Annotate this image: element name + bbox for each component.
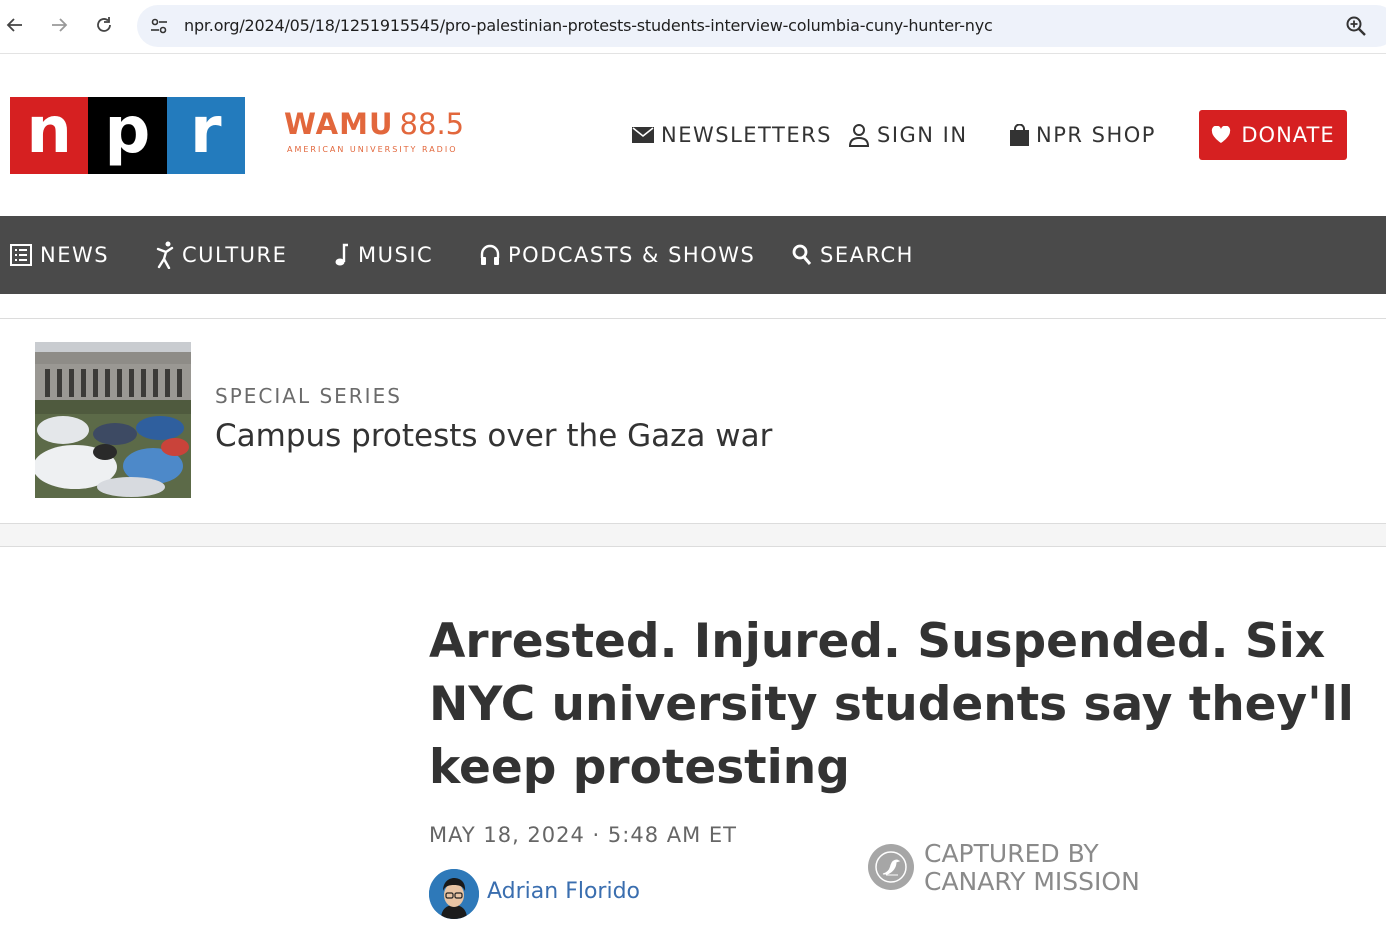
nav-news-label: NEWS: [40, 243, 110, 267]
url-text[interactable]: npr.org/2024/05/18/1251915545/pro-palest…: [184, 16, 993, 35]
campus-encampment-image: [35, 342, 191, 498]
section-nav: NEWS CULTURE MUSIC PODCASTS & SHOWS SEAR…: [0, 216, 1386, 294]
series-thumbnail[interactable]: [35, 342, 191, 498]
newsletters-link[interactable]: NEWSLETTERS: [632, 121, 832, 149]
newspaper-icon: [10, 244, 32, 266]
shopping-bag-icon: [1010, 124, 1029, 146]
forward-button[interactable]: [44, 10, 74, 40]
music-note-icon: [335, 243, 348, 266]
npr-logo-p: p: [88, 97, 167, 174]
canary-mission-stamp: CAPTURED BY CANARY MISSION: [868, 840, 1168, 900]
heart-icon: [1212, 126, 1231, 143]
user-icon: [848, 124, 870, 147]
stamp-line-2: CANARY MISSION: [924, 867, 1140, 896]
nav-search-label: SEARCH: [820, 243, 914, 267]
dancer-icon: [156, 241, 174, 269]
zoom-in-icon[interactable]: [1345, 15, 1367, 37]
canary-bird-icon: [868, 844, 914, 890]
npr-shop-label: NPR SHOP: [1036, 123, 1156, 147]
station-tagline: AMERICAN UNIVERSITY RADIO: [287, 145, 458, 154]
sign-in-label: SIGN IN: [877, 123, 968, 147]
nav-music-label: MUSIC: [358, 243, 434, 267]
tune-icon[interactable]: [149, 16, 169, 36]
envelope-icon: [632, 127, 654, 143]
article-headline: Arrested. Injured. Suspended. Six NYC un…: [429, 614, 1354, 795]
nav-news[interactable]: NEWS: [10, 240, 109, 270]
station-frequency: 88.5: [399, 107, 465, 141]
nav-culture[interactable]: CULTURE: [156, 240, 287, 270]
npr-logo-n: n: [10, 97, 89, 174]
reload-button[interactable]: [89, 10, 119, 40]
divider: [0, 318, 1386, 319]
nav-podcasts-shows[interactable]: PODCASTS & SHOWS: [480, 240, 755, 270]
browser-toolbar: npr.org/2024/05/18/1251915545/pro-palest…: [0, 0, 1386, 54]
arrow-left-icon: [6, 18, 22, 32]
stamp-line-1: CAPTURED BY: [924, 839, 1099, 868]
avatar[interactable]: [429, 869, 479, 919]
newsletters-label: NEWSLETTERS: [661, 123, 833, 147]
station-name: WAMU: [284, 107, 394, 141]
back-button[interactable]: [0, 10, 30, 40]
nav-culture-label: CULTURE: [182, 243, 288, 267]
donate-label: DONATE: [1241, 123, 1335, 147]
headphones-icon: [480, 244, 500, 265]
reload-icon: [97, 17, 111, 32]
author-photo: [429, 869, 479, 919]
series-label: SPECIAL SERIES: [215, 384, 402, 408]
station-logo[interactable]: WAMU 88.5 AMERICAN UNIVERSITY RADIO: [284, 110, 474, 160]
address-bar[interactable]: npr.org/2024/05/18/1251915545/pro-palest…: [137, 5, 1386, 47]
section-divider: [0, 523, 1386, 547]
series-title-link[interactable]: Campus protests over the Gaza war: [215, 418, 772, 454]
arrow-right-icon: [52, 18, 68, 32]
nav-podcasts-shows-label: PODCASTS & SHOWS: [508, 243, 756, 267]
nav-music[interactable]: MUSIC: [334, 240, 433, 270]
donate-button[interactable]: DONATE: [1199, 110, 1347, 160]
search-icon: [792, 244, 812, 265]
nav-search[interactable]: SEARCH: [792, 240, 914, 270]
npr-logo[interactable]: n p r: [10, 97, 245, 174]
npr-logo-r: r: [166, 97, 245, 174]
author-link[interactable]: Adrian Florido: [487, 879, 640, 904]
article-dateline: MAY 18, 2024 · 5:48 AM ET: [429, 823, 737, 847]
sign-in-link[interactable]: SIGN IN: [848, 121, 968, 149]
npr-shop-link[interactable]: NPR SHOP: [1010, 121, 1156, 149]
